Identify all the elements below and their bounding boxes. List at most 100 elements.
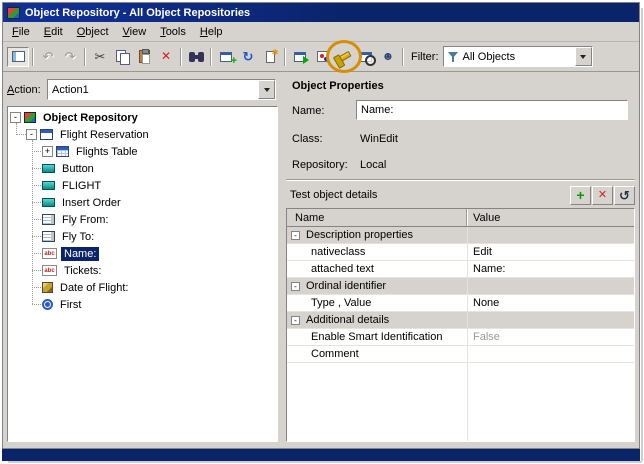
define-new-test-object-button[interactable]: [259, 47, 281, 67]
menu-bar: File Edit Object View Tools Help: [3, 22, 639, 42]
title-bar[interactable]: Object Repository - All Object Repositor…: [3, 3, 639, 22]
property-value: False: [473, 331, 500, 343]
property-name: attached text: [311, 263, 374, 275]
collapse-box[interactable]: -: [26, 129, 37, 140]
copy-button[interactable]: [111, 47, 133, 67]
collapse-box[interactable]: -: [291, 230, 300, 240]
property-value: [467, 346, 634, 362]
menu-tools[interactable]: Tools: [153, 23, 193, 41]
drop-shadow: [8, 461, 642, 463]
drop-shadow: [641, 8, 643, 461]
tree-item-flights-table[interactable]: + Flights Table: [8, 143, 277, 160]
action-label: Action:: [7, 83, 41, 96]
redo-icon: [65, 50, 76, 64]
paste-icon: [138, 49, 150, 64]
tree-item-first[interactable]: First: [8, 296, 277, 313]
property-row[interactable]: Enable Smart Identification False: [287, 329, 634, 346]
collapse-box[interactable]: -: [291, 281, 300, 291]
details-toolbar: Test object details: [286, 184, 635, 206]
redo-button[interactable]: [59, 47, 81, 67]
show-or-tree-icon: [11, 51, 25, 62]
add-repository-parameter-button[interactable]: [311, 47, 333, 67]
filter-dropdown-arrow[interactable]: [574, 47, 592, 66]
add-repository-parameter-icon: [316, 51, 328, 62]
tree-item-flight-reservation[interactable]: - Flight Reservation: [8, 126, 277, 143]
filter-label: Filter:: [411, 50, 439, 63]
repository-label: Repository:: [292, 159, 348, 171]
expand-box[interactable]: +: [42, 146, 53, 157]
menu-file[interactable]: File: [5, 23, 37, 41]
property-group-row[interactable]: - Additional details: [287, 312, 634, 329]
delete-button[interactable]: [155, 47, 177, 67]
tree-item-label: Date of Flight:: [60, 281, 129, 294]
tree-item-date-of-flight[interactable]: Date of Flight:: [8, 279, 277, 296]
property-group-row[interactable]: - Ordinal identifier: [287, 278, 634, 295]
property-row[interactable]: nativeclass Edit: [287, 244, 634, 261]
tree-item-label: Fly To:: [62, 230, 95, 243]
column-header-value[interactable]: Value: [467, 209, 634, 226]
restore-default-button[interactable]: [614, 185, 635, 205]
tree-item-tickets[interactable]: Tickets:: [8, 262, 277, 279]
property-row[interactable]: Comment: [287, 346, 634, 363]
property-value: Name:: [473, 263, 506, 275]
property-value: Edit: [473, 246, 492, 258]
tree-item-object-repository[interactable]: - Object Repository: [8, 109, 277, 126]
property-row[interactable]: attached text Name:: [287, 261, 634, 278]
update-from-application-button[interactable]: [237, 47, 259, 67]
main-area: Action: -Object Repository-Flight Reserv…: [5, 72, 637, 446]
toolbar-separator: [402, 47, 404, 66]
cube-icon: [42, 282, 53, 293]
delete-property-button[interactable]: [592, 185, 613, 205]
menu-edit[interactable]: Edit: [37, 23, 70, 41]
object-spy-button[interactable]: [377, 47, 399, 67]
highlight-in-application-icon: [336, 50, 352, 63]
property-value: [467, 227, 634, 243]
list-icon: [42, 231, 55, 242]
tree-item-label: FLIGHT: [62, 179, 102, 192]
undo-button[interactable]: [37, 47, 59, 67]
object-tree[interactable]: - Object Repository - Flight Reservation + Fl…: [7, 106, 278, 442]
details-table-header: Name Value: [287, 209, 634, 227]
locate-in-repository-button[interactable]: [355, 47, 377, 67]
tree-item-insert-order[interactable]: Insert Order: [8, 194, 277, 211]
column-header-name[interactable]: Name: [287, 209, 467, 226]
menu-view[interactable]: View: [116, 23, 154, 41]
tree-item-label: Name:: [61, 246, 100, 261]
property-group-row[interactable]: - Description properties: [287, 227, 634, 244]
tree-item-fly-from[interactable]: Fly From:: [8, 211, 277, 228]
tree-item-flight[interactable]: FLIGHT: [8, 177, 277, 194]
properties-panel: Object Properties Name: Class: WinEdit R…: [284, 72, 637, 446]
window-icon: [40, 129, 53, 140]
delete-icon: [161, 50, 171, 63]
add-property-button[interactable]: [570, 185, 591, 205]
tree-item-label: Tickets:: [64, 264, 102, 277]
find-button[interactable]: [185, 47, 207, 67]
navigate-learn-button[interactable]: [289, 47, 311, 67]
name-field[interactable]: [356, 100, 628, 120]
add-objects-button[interactable]: [215, 47, 237, 67]
highlight-in-application-button[interactable]: [333, 47, 355, 67]
collapse-box[interactable]: -: [10, 112, 21, 123]
show-or-tree-button[interactable]: [7, 46, 29, 67]
menu-help[interactable]: Help: [193, 23, 230, 41]
property-name: Additional details: [306, 314, 390, 326]
cut-button[interactable]: [89, 47, 111, 67]
add-objects-icon: [220, 51, 237, 67]
collapse-box[interactable]: -: [291, 315, 300, 325]
action-dropdown-arrow[interactable]: [258, 80, 275, 99]
class-value: WinEdit: [360, 133, 398, 145]
tree-item-button[interactable]: Button: [8, 160, 277, 177]
property-row[interactable]: Type , Value None: [287, 295, 634, 312]
action-combobox[interactable]: [47, 79, 276, 100]
cut-icon: [95, 50, 106, 64]
tree-item-name[interactable]: Name:: [8, 245, 277, 262]
define-new-test-object-icon: [265, 48, 279, 63]
filter-combobox[interactable]: All Objects: [442, 46, 593, 67]
paste-button[interactable]: [133, 47, 155, 67]
repository-value: Local: [360, 159, 387, 171]
action-input[interactable]: [48, 83, 258, 96]
menu-object[interactable]: Object: [70, 23, 116, 41]
table-icon: [56, 146, 69, 157]
locate-in-repository-icon: [360, 51, 376, 66]
tree-item-fly-to[interactable]: Fly To:: [8, 228, 277, 245]
